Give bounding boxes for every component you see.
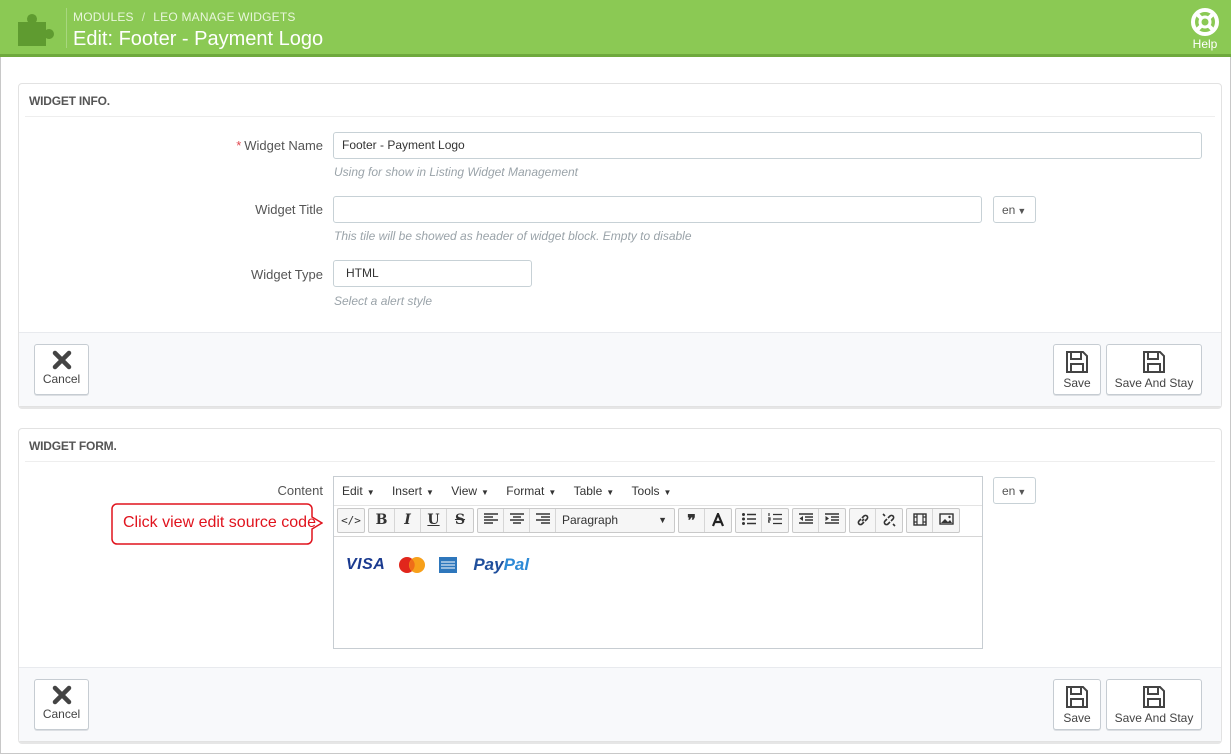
menu-insert[interactable]: Insert ▼: [392, 484, 434, 498]
caret-down-icon: ▼: [1017, 206, 1027, 216]
widget-name-help: Using for show in Listing Widget Managem…: [334, 165, 579, 179]
font-color-icon[interactable]: [705, 509, 731, 532]
cancel-label: Cancel: [42, 707, 81, 721]
align-center-icon[interactable]: [504, 509, 530, 532]
save-and-stay-button[interactable]: Save And Stay: [1106, 679, 1202, 730]
menu-edit[interactable]: Edit ▼: [342, 484, 375, 498]
media-icon[interactable]: [907, 509, 933, 532]
puzzle-piece-icon: [18, 14, 54, 46]
menu-tools[interactable]: Tools ▼: [632, 484, 672, 498]
rich-text-editor: Edit ▼ Insert ▼ View ▼ Format ▼ Table ▼ Tools…: [333, 476, 983, 649]
breadcrumb-leo-manage-widgets[interactable]: LEO MANAGE WIDGETS: [153, 10, 295, 24]
widget-title-help: This tile will be showed as header of wi…: [334, 229, 692, 243]
save-label: Save: [1063, 711, 1091, 725]
caret-down-icon: ▼: [366, 488, 375, 497]
widget-name-input[interactable]: Footer - Payment Logo: [333, 132, 1202, 159]
page-header: MODULES / LEO MANAGE WIDGETS Edit: Footer …: [0, 0, 1231, 57]
page-title: Edit: Footer - Payment Logo: [73, 28, 324, 50]
cancel-button[interactable]: Cancel: [34, 679, 89, 730]
widget-name-label: * Widget Name: [236, 138, 323, 153]
floppy-disk-icon: [1066, 686, 1088, 708]
payment-logos: VISA PayPal: [346, 555, 982, 575]
menu-format[interactable]: Format ▼: [506, 484, 556, 498]
image-icon[interactable]: [933, 509, 959, 532]
menu-view[interactable]: View ▼: [451, 484, 489, 498]
link-icon[interactable]: [850, 509, 876, 532]
breadcrumb-modules[interactable]: MODULES: [73, 10, 134, 24]
widget-title-input[interactable]: [333, 196, 982, 223]
breadcrumb-separator: /: [141, 10, 146, 24]
caret-down-icon: ▼: [658, 515, 667, 525]
save-button[interactable]: Save: [1053, 344, 1101, 395]
close-icon: [52, 350, 71, 370]
source-code-callout: Click view edit source code: [111, 503, 323, 545]
lifebuoy-icon: [1191, 8, 1219, 36]
caret-down-icon: ▼: [481, 488, 489, 497]
required-mark: *: [236, 138, 242, 153]
cancel-button[interactable]: Cancel: [34, 344, 89, 395]
header-separator: [66, 8, 67, 48]
bullet-list-icon[interactable]: [736, 509, 762, 532]
widget-form-panel: WIDGET FORM. Content Edit ▼ Insert ▼ View ▼…: [18, 428, 1222, 742]
caret-down-icon: ▼: [606, 488, 615, 497]
breadcrumb: MODULES / LEO MANAGE WIDGETS: [73, 10, 296, 24]
floppy-disk-icon: [1066, 351, 1088, 373]
source-code-icon[interactable]: </>: [338, 509, 364, 532]
widget-info-footer: Cancel Save Save And Stay: [19, 332, 1221, 406]
widget-type-select[interactable]: HTML: [333, 260, 532, 287]
caret-down-icon: ▼: [425, 488, 434, 497]
visa-logo: VISA: [346, 556, 386, 573]
save-and-stay-label: Save And Stay: [1114, 376, 1194, 390]
format-select[interactable]: Paragraph ▼: [556, 509, 674, 532]
american-express-logo: [439, 557, 458, 573]
widget-info-panel: WIDGET INFO. * Widget Name Footer - Payme…: [18, 83, 1222, 407]
help-button[interactable]: Help: [1189, 8, 1221, 51]
caret-down-icon: ▼: [548, 488, 557, 497]
editor-content-area[interactable]: VISA PayPal: [334, 537, 982, 648]
save-and-stay-button[interactable]: Save And Stay: [1106, 344, 1202, 395]
italic-icon[interactable]: I: [395, 509, 421, 532]
save-and-stay-label: Save And Stay: [1114, 711, 1194, 725]
menu-table[interactable]: Table ▼: [574, 484, 615, 498]
content-language-dropdown[interactable]: en ▼: [993, 477, 1036, 504]
floppy-disk-icon: [1143, 686, 1165, 708]
editor-menubar: Edit ▼ Insert ▼ View ▼ Format ▼ Table ▼ Tools…: [334, 477, 982, 506]
save-label: Save: [1063, 376, 1091, 390]
underline-icon[interactable]: U: [421, 509, 447, 532]
widget-title-label: Widget Title: [255, 202, 323, 217]
caret-down-icon: ▼: [1017, 487, 1027, 497]
bold-icon[interactable]: B: [369, 509, 395, 532]
align-left-icon[interactable]: [478, 509, 504, 532]
callout-text: Click view edit source code: [123, 514, 316, 531]
content-label: Content: [277, 483, 323, 498]
outdent-icon[interactable]: [793, 509, 819, 532]
blockquote-icon[interactable]: ❞: [679, 509, 705, 532]
floppy-disk-icon: [1143, 351, 1165, 373]
help-label: Help: [1192, 37, 1218, 51]
close-icon: [52, 685, 71, 705]
indent-icon[interactable]: [819, 509, 845, 532]
strikethrough-icon[interactable]: S: [447, 509, 473, 532]
unlink-icon[interactable]: [876, 509, 902, 532]
widget-info-heading: WIDGET INFO.: [25, 84, 1215, 117]
mastercard-logo: [399, 557, 426, 573]
widget-title-language-dropdown[interactable]: en ▼: [993, 196, 1036, 223]
widget-form-heading: WIDGET FORM.: [25, 429, 1215, 462]
caret-down-icon: ▼: [663, 488, 672, 497]
widget-type-label: Widget Type: [250, 267, 323, 282]
align-right-icon[interactable]: [530, 509, 556, 532]
cancel-label: Cancel: [42, 372, 81, 386]
widget-form-footer: Cancel Save Save And Stay: [19, 667, 1221, 741]
widget-type-help: Select a alert style: [334, 294, 433, 308]
save-button[interactable]: Save: [1053, 679, 1101, 730]
numbered-list-icon[interactable]: [762, 509, 788, 532]
paypal-logo: PayPal: [473, 555, 530, 574]
editor-toolbar: </> BIUS Paragraph ▼ ❞: [334, 506, 982, 537]
